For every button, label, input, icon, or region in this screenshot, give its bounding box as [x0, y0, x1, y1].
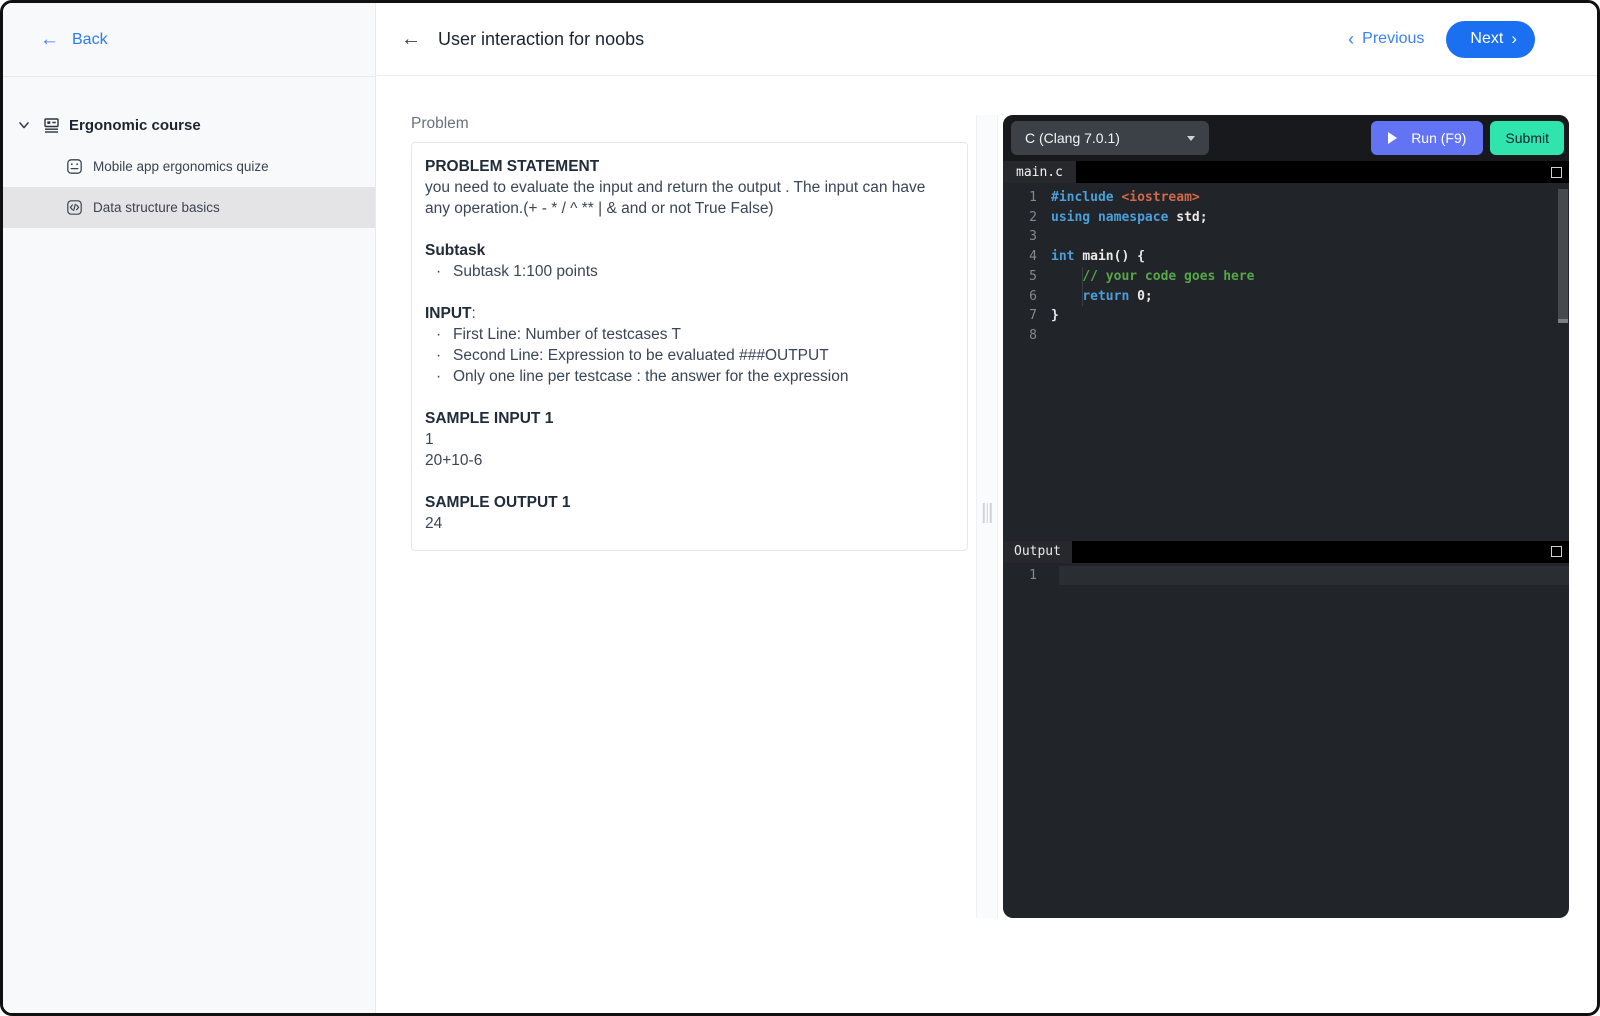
problem-section-label: Problem — [411, 115, 469, 132]
run-label: Run (F9) — [1411, 130, 1467, 146]
quiz-icon — [66, 158, 83, 175]
output-tab-label: Output — [1014, 544, 1061, 559]
maximize-editor-icon[interactable] — [1551, 166, 1562, 178]
indent-guide — [1082, 267, 1083, 306]
back-arrow-icon: ← — [40, 29, 59, 50]
problem-heading: SAMPLE OUTPUT 1 — [425, 494, 571, 511]
problem-bullet: · Only one line per testcase : the answer… — [436, 368, 849, 385]
back-button[interactable]: ← Back — [3, 3, 375, 77]
problem-heading: Subtask — [425, 242, 486, 259]
sidebar-item-course[interactable]: Ergonomic course — [3, 104, 375, 146]
submit-label: Submit — [1505, 130, 1549, 146]
code-line: 8 — [1029, 327, 1037, 343]
sidebar-item-label: Mobile app ergonomics quize — [93, 159, 269, 174]
problem-card: PROBLEM STATEMENT you need to evaluate th… — [411, 142, 968, 551]
resizer-grip-icon — [982, 503, 992, 523]
chevron-left-icon: ‹ — [1348, 28, 1355, 49]
code-icon — [66, 199, 83, 216]
tab-output[interactable]: Output — [1003, 540, 1072, 563]
next-button[interactable]: Next › — [1446, 20, 1535, 58]
language-select[interactable]: C (Clang 7.0.1) — [1011, 121, 1209, 155]
code-line: 7} — [1029, 308, 1059, 324]
editor-scrollbar[interactable] — [1557, 183, 1569, 541]
code-line: 5 // your code goes here — [1029, 268, 1255, 284]
submit-button[interactable]: Submit — [1490, 121, 1564, 155]
header-actions: ‹ Previous Next › — [1348, 20, 1535, 58]
code-line: 1 #include <iostream> — [1029, 190, 1200, 205]
back-label: Back — [72, 30, 108, 48]
code-line: 6 return 0; — [1029, 288, 1153, 304]
problem-heading: INPUT: — [425, 305, 476, 322]
chevron-down-icon[interactable] — [17, 118, 31, 132]
code-line: 2 using namespace std; — [1029, 209, 1208, 225]
code-line: 4 int main() { — [1029, 249, 1145, 265]
previous-button[interactable]: ‹ Previous — [1348, 29, 1424, 50]
caret-down-icon — [1187, 135, 1195, 141]
code-line: 3 — [1029, 229, 1037, 245]
code-editor-panel: C (Clang 7.0.1) Run (F9) Submit main.c 1… — [1003, 115, 1569, 918]
panel-resizer[interactable] — [976, 115, 998, 918]
code-area[interactable]: 1 #include <iostream> 2 using namespace std… — [1003, 183, 1569, 541]
problem-text: you need to evaluate the input and retur… — [425, 179, 930, 217]
course-icon — [43, 117, 60, 134]
sidebar: ← Back Ergonomic course Mobile app ergon… — [3, 3, 376, 1013]
header-back-arrow-icon[interactable]: ← — [401, 28, 421, 51]
problem-bullet: · Second Line: Expression to be evaluated… — [436, 347, 829, 364]
problem-text: 20+10-6 — [425, 452, 483, 469]
output-tab-bar: Output — [1003, 540, 1569, 563]
previous-label: Previous — [1362, 30, 1425, 47]
problem-heading: PROBLEM STATEMENT — [425, 158, 600, 175]
problem-text: 24 — [425, 515, 443, 532]
play-icon — [1388, 132, 1398, 144]
page-title: User interaction for noobs — [438, 28, 645, 49]
sidebar-item-quiz[interactable]: Mobile app ergonomics quize — [3, 146, 375, 187]
editor-tab-bar: main.c — [1003, 161, 1569, 183]
sidebar-item-label: Data structure basics — [93, 200, 220, 215]
language-selected-value: C (Clang 7.0.1) — [1025, 130, 1120, 146]
problem-bullet: · First Line: Number of testcases T — [436, 326, 681, 343]
run-button[interactable]: Run (F9) — [1371, 121, 1484, 155]
page-header: ← User interaction for noobs ‹ Previous … — [377, 3, 1597, 76]
chevron-right-icon: › — [1511, 29, 1517, 48]
output-line: 1 — [1003, 566, 1569, 586]
app-window: ← Back Ergonomic course Mobile app ergon… — [0, 0, 1600, 1016]
course-label: Ergonomic course — [69, 116, 201, 134]
next-label: Next — [1470, 30, 1504, 47]
problem-heading: SAMPLE INPUT 1 — [425, 410, 554, 427]
tab-main-c[interactable]: main.c — [1003, 161, 1076, 183]
problem-text: 1 — [425, 431, 434, 448]
editor-toolbar: C (Clang 7.0.1) Run (F9) Submit — [1003, 115, 1569, 161]
sidebar-item-data-structure[interactable]: Data structure basics — [3, 187, 375, 228]
problem-bullet: · Subtask 1:100 points — [436, 263, 598, 280]
file-tab-label: main.c — [1016, 164, 1063, 180]
output-area: 1 — [1003, 563, 1569, 919]
maximize-output-icon[interactable] — [1551, 546, 1562, 557]
